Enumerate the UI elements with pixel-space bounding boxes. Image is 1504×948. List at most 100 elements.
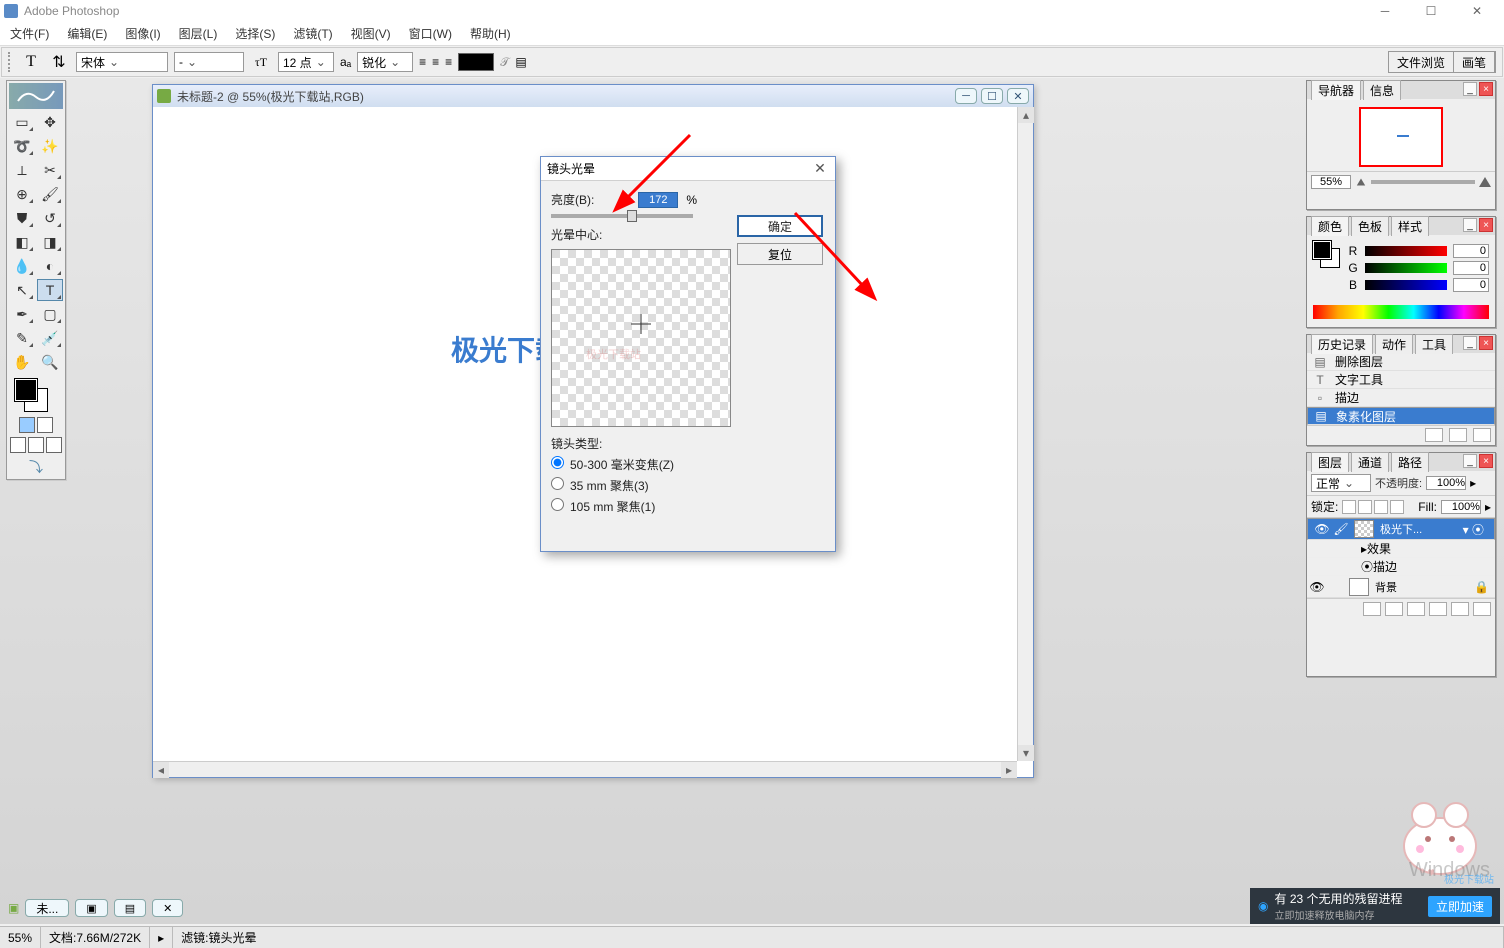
layer-mask-icon[interactable]: [1385, 602, 1403, 616]
layer-thumbnail[interactable]: [1354, 520, 1374, 538]
layers-tab[interactable]: 图层: [1311, 452, 1349, 472]
antialias-select[interactable]: 锐化: [357, 52, 413, 72]
visibility-icon[interactable]: 👁: [1307, 580, 1327, 594]
healing-brush-tool[interactable]: ⊕: [9, 183, 35, 205]
menu-filter[interactable]: 滤镜(T): [289, 23, 336, 44]
fill-input[interactable]: 100%: [1441, 500, 1481, 514]
styles-tab[interactable]: 样式: [1391, 216, 1429, 236]
layer-effect-row[interactable]: ▸ 效果: [1307, 540, 1495, 558]
screen-full-menubar-icon[interactable]: [28, 437, 44, 453]
screen-full-icon[interactable]: [46, 437, 62, 453]
lock-all-icon[interactable]: [1390, 500, 1404, 514]
file-browser-tab[interactable]: 文件浏览: [1389, 52, 1454, 72]
orientation-icon[interactable]: ⇅: [48, 51, 70, 73]
toolpresets-tab[interactable]: 工具: [1415, 334, 1453, 354]
scroll-up-icon[interactable]: ▴: [1018, 107, 1034, 123]
accelerator-notification[interactable]: ◉ 有 23 个无用的残留进程 立即加速释放电脑内存 立即加速: [1250, 888, 1500, 924]
history-item[interactable]: T文字工具: [1307, 371, 1495, 389]
eraser-tool[interactable]: ◧: [9, 231, 35, 253]
lock-transparency-icon[interactable]: [1342, 500, 1356, 514]
panel-close-icon[interactable]: ×: [1479, 82, 1493, 96]
panel-minimize-icon[interactable]: _: [1463, 454, 1477, 468]
opacity-arrow-icon[interactable]: ▸: [1470, 476, 1476, 490]
layer-item-selected[interactable]: 👁 🖌 极光下... ▾ ⦿: [1307, 518, 1495, 540]
scroll-right-icon[interactable]: ▸: [1001, 762, 1017, 778]
document-titlebar[interactable]: 未标题-2 @ 55%(极光下载站,RGB) ─ ☐ ✕: [153, 85, 1033, 107]
navigator-tab[interactable]: 导航器: [1311, 80, 1361, 100]
screen-standard-icon[interactable]: [10, 437, 26, 453]
foreground-color-swatch[interactable]: [15, 379, 37, 401]
status-zoom[interactable]: 55%: [0, 927, 41, 948]
new-state-icon[interactable]: [1449, 428, 1467, 442]
menu-image[interactable]: 图像(I): [121, 23, 164, 44]
flare-preview[interactable]: 极光下载站: [551, 249, 731, 427]
panel-close-icon[interactable]: ×: [1479, 336, 1493, 350]
doc-bar-close[interactable]: ✕: [152, 899, 183, 917]
opacity-input[interactable]: 100%: [1426, 476, 1466, 490]
layer-effect-stroke[interactable]: ⦿ 描边: [1307, 558, 1495, 576]
shape-tool[interactable]: ▢: [37, 303, 63, 325]
align-left-icon[interactable]: ≡: [419, 55, 426, 69]
type-tool-icon[interactable]: T: [20, 51, 42, 73]
gradient-tool[interactable]: ◨: [37, 231, 63, 253]
doc-close-button[interactable]: ✕: [1007, 88, 1029, 104]
lens-option-35mm[interactable]: 35 mm 聚焦(3): [551, 477, 825, 494]
eyedropper-tool[interactable]: 💉: [37, 327, 63, 349]
r-slider[interactable]: [1365, 246, 1447, 256]
panel-minimize-icon[interactable]: _: [1463, 82, 1477, 96]
align-center-icon[interactable]: ≡: [432, 55, 439, 69]
jump-to-imageready-icon[interactable]: ⤵: [9, 457, 63, 477]
slice-tool[interactable]: ✂: [37, 159, 63, 181]
zoom-in-icon[interactable]: [1479, 177, 1491, 187]
snapshot-icon[interactable]: [1425, 428, 1443, 442]
delete-layer-icon[interactable]: [1473, 602, 1491, 616]
history-item[interactable]: ▤删除图层: [1307, 353, 1495, 371]
paths-tab[interactable]: 路径: [1391, 452, 1429, 472]
scroll-left-icon[interactable]: ◂: [153, 762, 169, 778]
maximize-button[interactable]: ☐: [1408, 0, 1454, 22]
accelerate-button[interactable]: 立即加速: [1428, 896, 1492, 917]
brush-tool[interactable]: 🖌: [37, 183, 63, 205]
g-value[interactable]: 0: [1453, 261, 1489, 275]
new-layer-icon[interactable]: [1451, 602, 1469, 616]
brightness-slider[interactable]: [551, 214, 693, 218]
zoom-out-icon[interactable]: [1357, 178, 1365, 185]
b-value[interactable]: 0: [1453, 278, 1489, 292]
font-size-select[interactable]: 12 点: [278, 52, 334, 72]
lock-position-icon[interactable]: [1374, 500, 1388, 514]
history-brush-tool[interactable]: ↺: [37, 207, 63, 229]
menu-layer[interactable]: 图层(L): [175, 23, 222, 44]
color-spectrum[interactable]: [1313, 305, 1489, 319]
fx-toggle-icon[interactable]: ▾ ⦿: [1463, 521, 1484, 538]
panel-close-icon[interactable]: ×: [1479, 218, 1493, 232]
layer-item-background[interactable]: 👁 背景 🔒: [1307, 576, 1495, 598]
magic-wand-tool[interactable]: ✨: [37, 135, 63, 157]
warp-text-icon[interactable]: 𝒯: [500, 55, 509, 70]
text-color-swatch[interactable]: [458, 53, 494, 71]
blur-tool[interactable]: 💧: [9, 255, 35, 277]
navigator-zoom-value[interactable]: 55%: [1311, 175, 1351, 189]
horizontal-scrollbar[interactable]: ◂ ▸: [153, 761, 1017, 777]
hand-tool[interactable]: ✋: [9, 351, 35, 373]
status-arrow-icon[interactable]: ▸: [150, 927, 173, 948]
lock-pixels-icon[interactable]: [1358, 500, 1372, 514]
stamp-tool[interactable]: ⛊: [9, 207, 35, 229]
doc-maximize-button[interactable]: ☐: [981, 88, 1003, 104]
history-item-selected[interactable]: ▤象素化图层: [1307, 407, 1495, 425]
navigator-zoom-slider[interactable]: [1371, 180, 1475, 184]
doc-bar-item[interactable]: 未...: [25, 899, 69, 917]
menu-select[interactable]: 选择(S): [231, 23, 279, 44]
minimize-button[interactable]: ─: [1362, 0, 1408, 22]
menu-file[interactable]: 文件(F): [6, 23, 53, 44]
palettes-icon[interactable]: ▤: [515, 55, 526, 69]
info-tab[interactable]: 信息: [1363, 80, 1401, 100]
type-tool[interactable]: T: [37, 279, 63, 301]
lasso-tool[interactable]: ➰: [9, 135, 35, 157]
menu-window[interactable]: 窗口(W): [405, 23, 456, 44]
zoom-tool[interactable]: 🔍: [37, 351, 63, 373]
status-docinfo[interactable]: 文档:7.66M/272K: [41, 927, 150, 948]
menu-help[interactable]: 帮助(H): [466, 23, 515, 44]
lens-option-50-300[interactable]: 50-300 毫米变焦(Z): [551, 456, 825, 473]
standard-mode-icon[interactable]: [19, 417, 35, 433]
doc-bar-cascade[interactable]: ▣: [75, 899, 107, 917]
